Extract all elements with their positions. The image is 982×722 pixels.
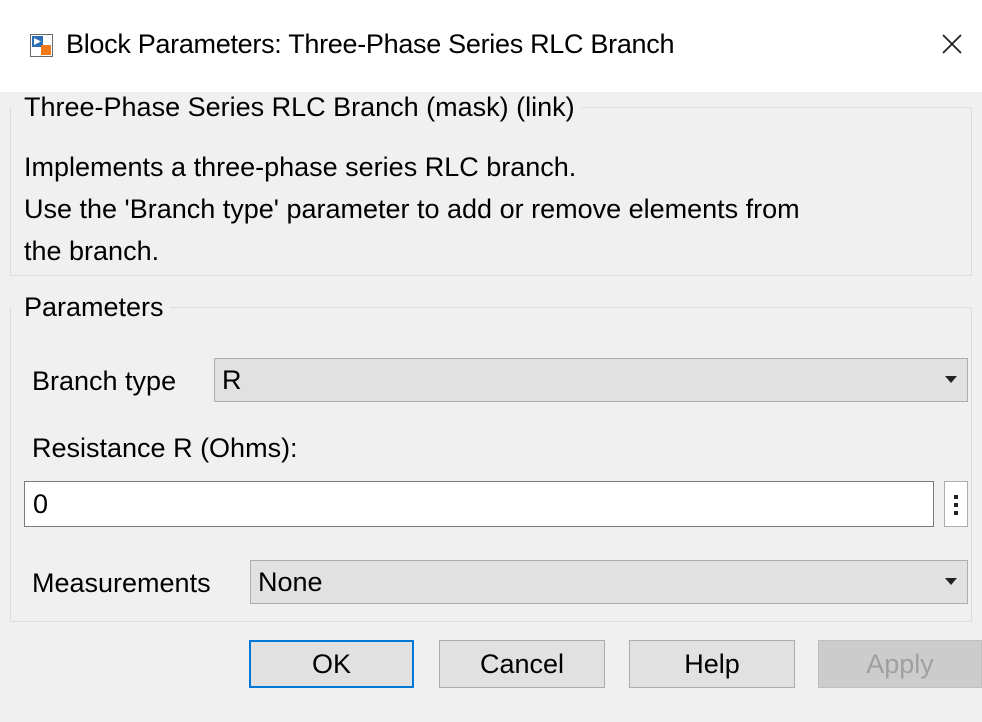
- resistance-label: Resistance R (Ohms):: [32, 433, 298, 463]
- vertical-ellipsis-icon[interactable]: [944, 481, 968, 527]
- description-line: the branch.: [24, 236, 160, 266]
- ok-button[interactable]: OK: [249, 640, 414, 688]
- close-icon[interactable]: [938, 30, 966, 58]
- help-button[interactable]: Help: [629, 640, 795, 688]
- simulink-block-icon: [30, 34, 53, 57]
- window-title: Block Parameters: Three-Phase Series RLC…: [66, 29, 675, 59]
- description-text: Implements a three-phase series RLC bran…: [24, 146, 959, 272]
- chevron-down-icon: [945, 376, 957, 383]
- description-legend: Three-Phase Series RLC Branch (mask) (li…: [24, 92, 575, 122]
- measurements-dropdown[interactable]: None: [250, 560, 968, 604]
- measurements-value: None: [258, 567, 323, 597]
- cancel-button[interactable]: Cancel: [439, 640, 605, 688]
- resistance-input[interactable]: 0: [24, 481, 934, 527]
- description-line: Use the 'Branch type' parameter to add o…: [24, 194, 800, 224]
- branch-type-label: Branch type: [32, 366, 177, 396]
- branch-type-dropdown[interactable]: R: [214, 358, 968, 402]
- title-bar: Block Parameters: Three-Phase Series RLC…: [0, 0, 982, 92]
- chevron-down-icon: [945, 578, 957, 585]
- resistance-value: 0: [33, 489, 49, 519]
- measurements-label: Measurements: [32, 568, 211, 598]
- description-line: Implements a three-phase series RLC bran…: [24, 152, 577, 182]
- dialog-content: Three-Phase Series RLC Branch (mask) (li…: [0, 92, 982, 722]
- branch-type-value: R: [222, 365, 242, 395]
- parameters-legend: Parameters: [24, 292, 164, 322]
- apply-button[interactable]: Apply: [818, 640, 982, 688]
